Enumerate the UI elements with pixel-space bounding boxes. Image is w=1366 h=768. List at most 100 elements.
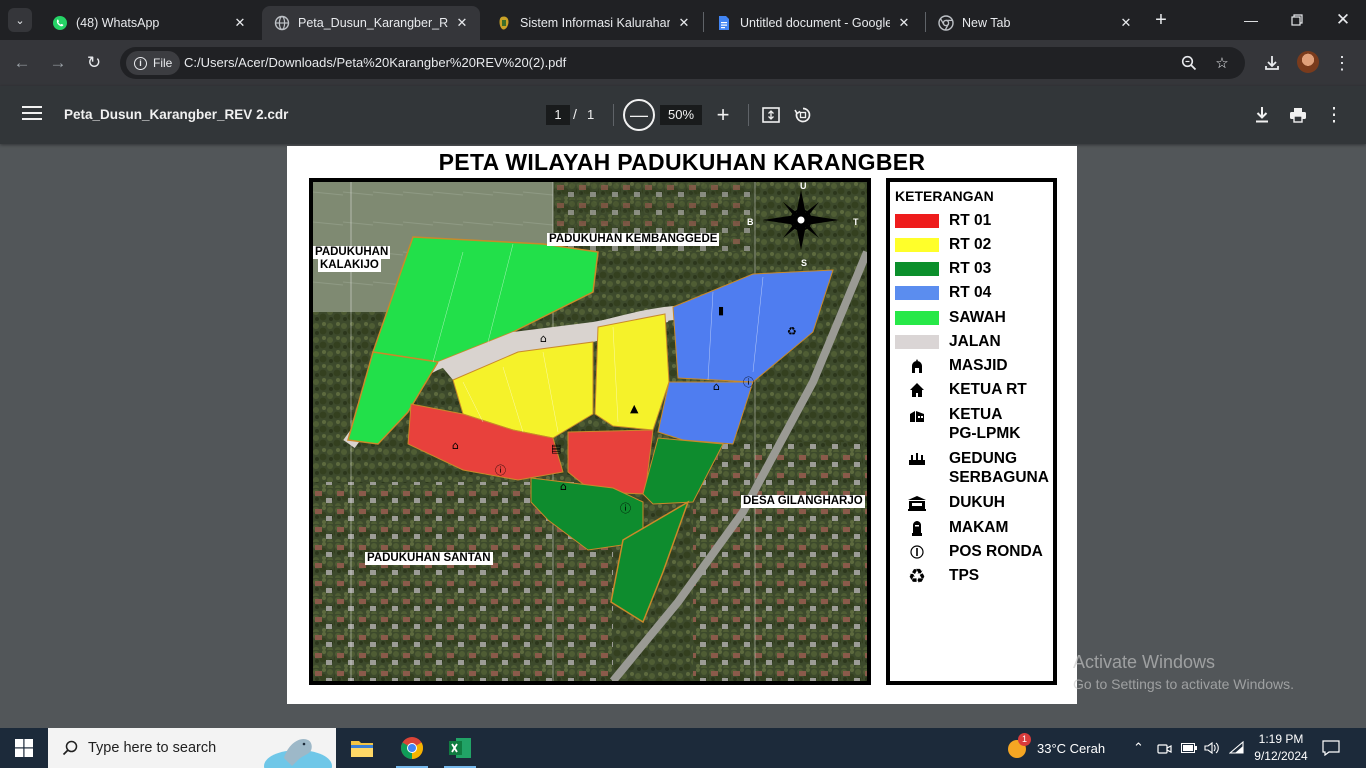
hamburger-menu-icon[interactable] (22, 106, 42, 122)
page-number-input[interactable]: 1 (546, 105, 570, 125)
legend-swatch (895, 335, 939, 349)
tab-title: Untitled document - Google (740, 16, 890, 30)
weather-sun-icon: 1 (1005, 733, 1031, 760)
excel-icon[interactable] (436, 728, 484, 768)
map-legend: KETERANGAN RT 01 RT 02 RT 03 RT 04 SAWAH… (886, 178, 1057, 685)
restore-icon[interactable] (1274, 0, 1320, 40)
tab-google-docs[interactable]: Untitled document - Google ✕ (704, 6, 922, 40)
mosque-icon (895, 356, 939, 376)
fit-to-page-icon[interactable] (760, 104, 782, 126)
compass-west: B (747, 217, 754, 227)
chip-label: File (153, 56, 173, 70)
new-tab-plus-icon[interactable]: + (1150, 10, 1172, 32)
close-icon[interactable]: ✕ (454, 15, 470, 31)
show-hidden-icons-chevron-icon[interactable]: ⌃ (1133, 728, 1144, 768)
legend-label: POS RONDA (949, 543, 1043, 560)
chrome-taskbar-icon[interactable] (388, 728, 436, 768)
legend-item-rt02: RT 02 (895, 235, 991, 257)
tab-title: New Tab (962, 16, 1011, 30)
legend-item-gedung-serbaguna: GEDUNG SERBAGUNA (895, 449, 1049, 489)
label-kalakijo-line2: KALAKIJO (318, 259, 381, 272)
docs-icon (716, 15, 732, 31)
tab-search-chevron-icon[interactable]: ⌄ (8, 8, 32, 32)
tab-new-tab[interactable]: New Tab ✕ (926, 6, 1144, 40)
forward-icon[interactable]: → (45, 50, 71, 76)
site-info-chip[interactable]: i File (126, 51, 181, 75)
browser-toolbar: ← → ↻ i File C:/Users/Acer/Downloads/Pet… (0, 40, 1366, 86)
label-santan: PADUKUHAN SANTAN (365, 552, 493, 565)
weather-widget[interactable]: 1 33°C Cerah (1005, 728, 1105, 768)
watermark-line2: Go to Settings to activate Windows. (1073, 676, 1294, 692)
legend-label: KETUA PG-LPMK (949, 405, 1020, 443)
house-icon: ⌂ (452, 439, 459, 452)
notification-badge: 1 (1018, 733, 1031, 746)
tab-whatsapp[interactable]: (48) WhatsApp ✕ (40, 6, 258, 40)
windows-start-icon[interactable] (0, 728, 48, 768)
zoom-out-icon[interactable]: — (623, 99, 655, 131)
tab-sistem-informasi[interactable]: Sistem Informasi Kalurahan ✕ (484, 6, 702, 40)
zoom-level-input[interactable]: 50% (660, 105, 702, 125)
address-bar[interactable]: i File C:/Users/Acer/Downloads/Peta%20Ka… (120, 47, 1245, 79)
legend-label: MAKAM (949, 519, 1009, 536)
hall-icon (895, 449, 939, 469)
weather-text: 33°C Cerah (1037, 740, 1106, 756)
legend-item-ketua-pg-lpmk: KETUA PG-LPMK (895, 405, 1020, 445)
taskbar-search-box[interactable]: Type here to search (48, 728, 336, 768)
dukuh-building-icon (895, 493, 939, 513)
url-text[interactable]: C:/Users/Acer/Downloads/Peta%20Karangber… (184, 55, 566, 70)
legend-label-line2: PG-LPMK (949, 425, 1021, 442)
window-close-icon[interactable]: ✕ (1320, 0, 1366, 40)
house-icon: ⌂ (713, 380, 720, 393)
zoom-magnifier-icon[interactable] (1180, 54, 1198, 72)
battery-icon[interactable] (1181, 728, 1197, 768)
pdf-file-title: Peta_Dusun_Karangber_REV 2.cdr (64, 107, 289, 122)
file-explorer-icon[interactable] (338, 728, 386, 768)
wifi-icon[interactable] (1229, 728, 1245, 768)
clock-date: 9/12/2024 (1254, 749, 1308, 763)
legend-item-tps: ♻ TPS (895, 566, 979, 588)
legend-item-masjid: MASJID (895, 356, 1008, 378)
search-highlight-dolphin-icon (260, 728, 336, 768)
close-icon[interactable]: ✕ (1118, 15, 1134, 31)
close-icon[interactable]: ✕ (676, 15, 692, 31)
notifications-icon[interactable] (1322, 728, 1340, 768)
page-total: 1 (587, 107, 595, 122)
close-icon[interactable]: ✕ (232, 15, 248, 31)
guard-post-icon (895, 542, 939, 562)
profile-avatar[interactable] (1297, 51, 1319, 73)
print-icon[interactable] (1287, 104, 1309, 126)
info-icon: i (134, 56, 147, 70)
system-clock[interactable]: 1:19 PM 9/12/2024 (1248, 731, 1314, 765)
label-kembanggede: PADUKUHAN KEMBANGGEDE (547, 233, 720, 246)
house-icon: ⌂ (540, 332, 547, 345)
zoom-in-icon[interactable]: + (712, 102, 734, 127)
tab-pdf-active[interactable]: Peta_Dusun_Karangber_REV ✕ (262, 6, 480, 40)
legend-label: RT 01 (949, 212, 992, 229)
meet-now-icon[interactable] (1157, 728, 1172, 768)
activate-windows-watermark: Activate Windows Go to Settings to activ… (1073, 652, 1294, 692)
download-icon[interactable] (1261, 52, 1283, 74)
grave-icon: ▮ (718, 304, 724, 317)
tab-title: Peta_Dusun_Karangber_REV (298, 16, 448, 30)
legend-label-line1: GEDUNG (949, 450, 1018, 467)
volume-icon[interactable] (1204, 728, 1220, 768)
house-icon (895, 380, 939, 400)
legend-label-line2: SERBAGUNA (949, 469, 1049, 486)
chrome-icon (938, 15, 954, 31)
back-icon[interactable]: ← (9, 50, 35, 76)
legend-item-ketua-rt: KETUA RT (895, 380, 1027, 402)
recycle-icon: ♻ (908, 565, 926, 588)
reload-icon[interactable]: ↻ (81, 50, 107, 76)
bookmark-star-icon[interactable]: ☆ (1213, 54, 1231, 72)
more-menu-icon[interactable]: ⋮ (1331, 52, 1353, 74)
pdf-more-icon[interactable]: ⋮ (1323, 104, 1345, 126)
minimize-icon[interactable]: — (1228, 0, 1274, 40)
rotate-icon[interactable] (792, 104, 814, 126)
compass-north: U (800, 181, 807, 191)
legend-swatch (895, 262, 939, 276)
pdf-download-icon[interactable] (1251, 104, 1273, 126)
hall-icon: ▤ (551, 442, 561, 455)
close-icon[interactable]: ✕ (896, 15, 912, 31)
legend-label: RT 02 (949, 236, 992, 253)
clock-time: 1:19 PM (1258, 732, 1304, 746)
